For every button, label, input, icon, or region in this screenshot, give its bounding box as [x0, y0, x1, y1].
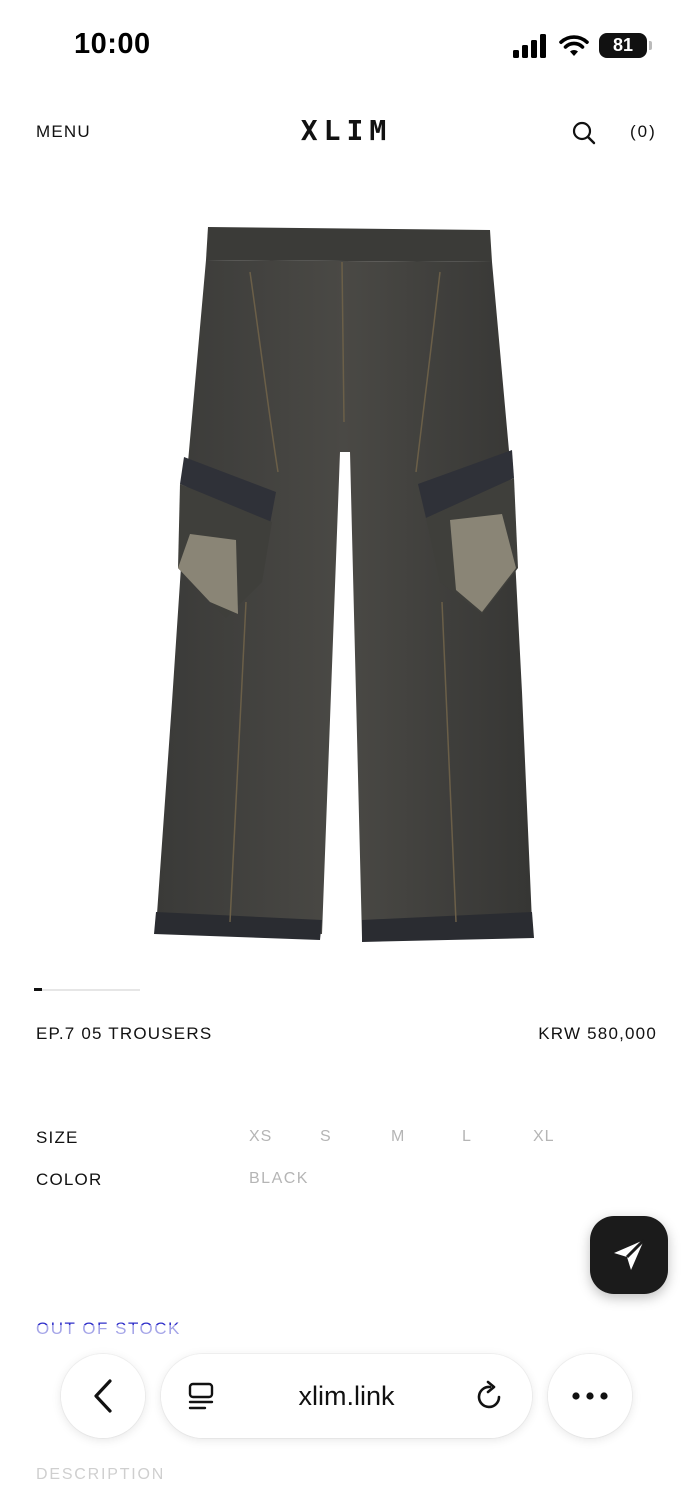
search-icon	[572, 121, 596, 145]
color-label: COLOR	[36, 1170, 103, 1189]
trousers-image	[154, 227, 534, 942]
share-button[interactable]	[590, 1216, 668, 1294]
chevron-left-icon	[94, 1379, 112, 1413]
status-icons: 81	[513, 33, 652, 58]
gallery-progress	[34, 988, 140, 991]
product-image[interactable]	[150, 222, 540, 947]
address-bar[interactable]: xlim.link	[161, 1354, 532, 1438]
status-time: 10:00	[74, 28, 151, 60]
gallery-progress-fill	[34, 988, 43, 991]
wifi-icon	[559, 34, 589, 56]
send-icon	[614, 1238, 646, 1270]
battery-level: 81	[612, 35, 634, 55]
product-price: KRW 580,000	[538, 1024, 657, 1043]
cart-button[interactable]: (0)	[630, 122, 657, 142]
size-option-s[interactable]: S	[320, 1128, 332, 1146]
reload-icon[interactable]	[475, 1380, 505, 1412]
product-name: EP.7 05 TROUSERS	[36, 1024, 213, 1043]
color-option-black[interactable]: BLACK	[249, 1170, 309, 1188]
size-option-xl[interactable]: XL	[533, 1128, 555, 1146]
size-option-m[interactable]: M	[391, 1128, 405, 1146]
size-option-l[interactable]: L	[462, 1128, 472, 1146]
size-option-xs[interactable]: XS	[249, 1128, 272, 1146]
site-header: MENU XLIM (0)	[0, 100, 693, 164]
size-label: SIZE	[36, 1128, 79, 1147]
more-button[interactable]	[548, 1354, 632, 1438]
more-dots-icon	[572, 1392, 608, 1400]
battery-icon: 81	[599, 33, 652, 58]
cellular-signal-icon	[513, 33, 546, 58]
search-button[interactable]	[571, 120, 597, 146]
description-heading[interactable]: DESCRIPTION	[36, 1466, 165, 1484]
status-bar: 10:00 81	[0, 0, 693, 90]
back-button[interactable]	[61, 1354, 145, 1438]
